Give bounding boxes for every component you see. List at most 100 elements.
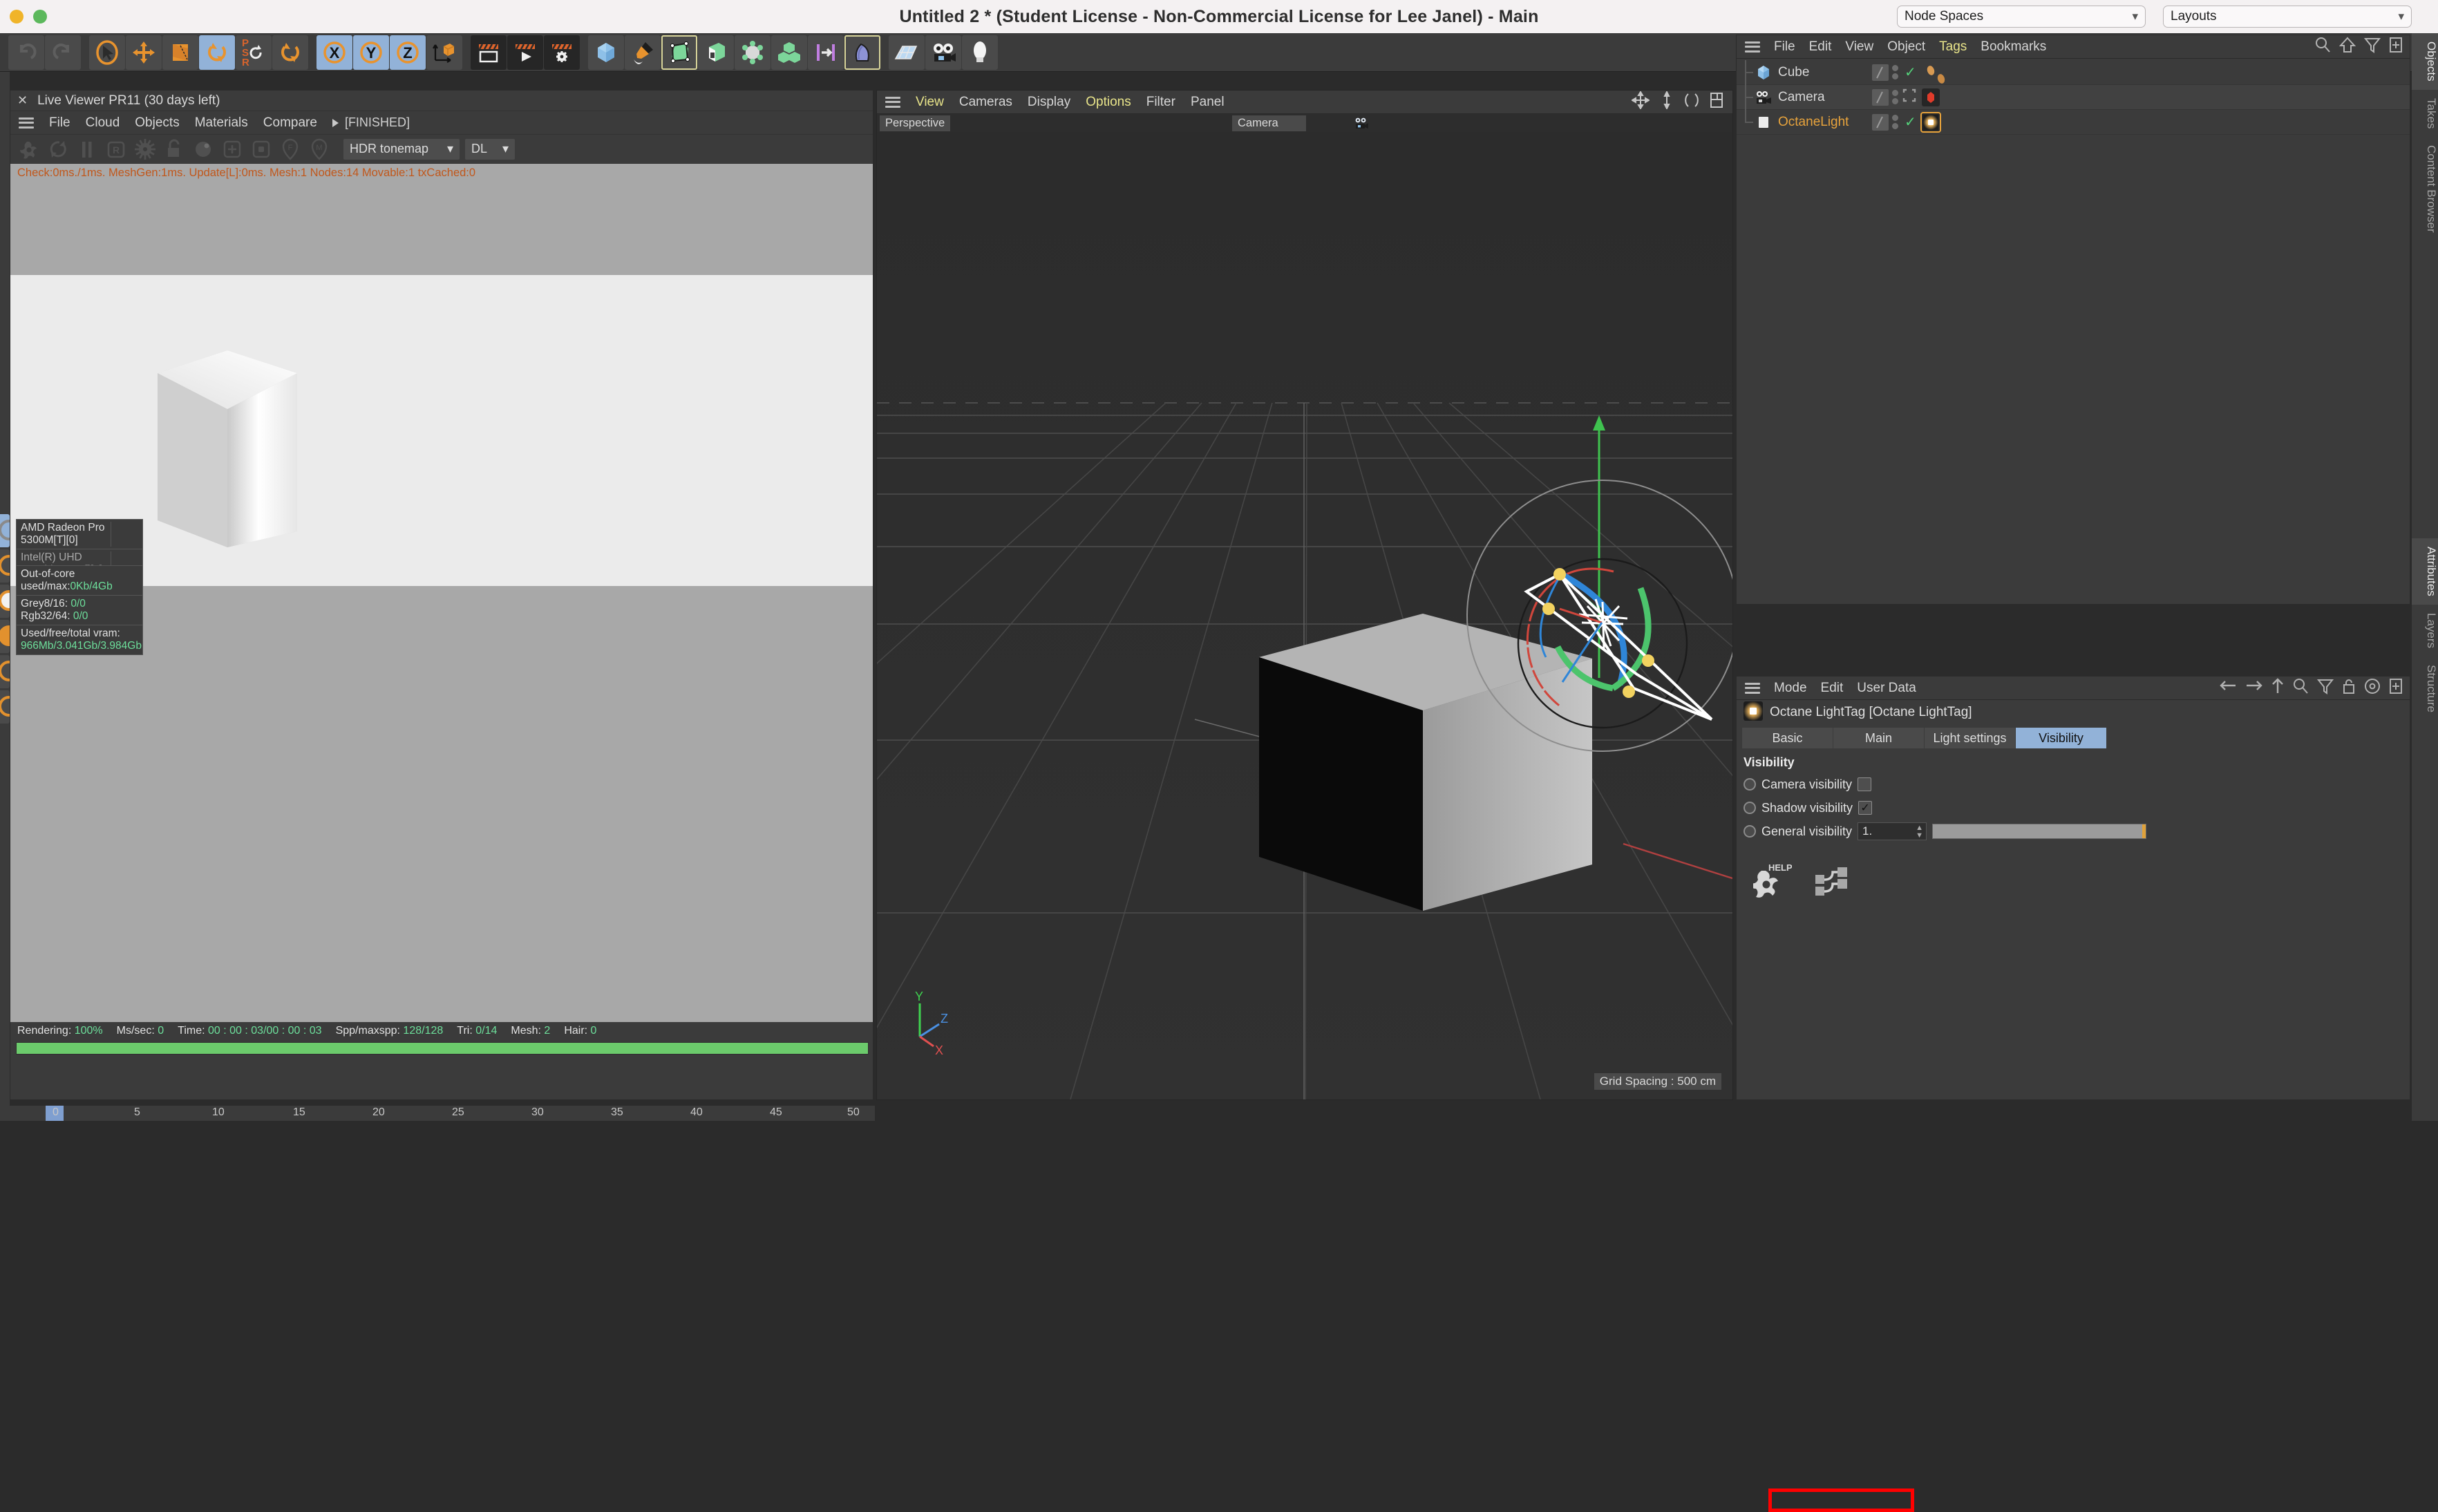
camera-visibility-checkbox[interactable] [1858,777,1872,791]
right-tab-content-browser[interactable]: Content Browser [2412,137,2438,241]
tab-main[interactable]: Main [1833,728,1925,748]
spline-pen-button[interactable] [625,35,661,70]
add-layer-icon[interactable] [2389,37,2403,57]
pause-icon[interactable] [75,138,99,161]
undo-button[interactable] [8,35,44,70]
visibility-dots[interactable] [1872,88,1917,106]
visibility-dots[interactable]: ✓ [1872,64,1916,81]
lv-menu-compare[interactable]: Compare [263,115,317,131]
pan-icon[interactable] [1631,91,1650,113]
vp-menu-panel[interactable]: Panel [1191,95,1225,110]
lock-icon[interactable] [2342,678,2356,698]
filter-icon[interactable] [2363,37,2381,57]
search-icon[interactable] [2314,37,2331,57]
left-tool-4[interactable] [0,620,10,653]
hamburger-icon[interactable] [1745,682,1760,694]
forward-arrow-icon[interactable] [2245,678,2263,698]
viewport-camera-label[interactable]: Camera [1232,115,1306,131]
row-camera-visibility[interactable]: Camera visibility [1737,773,2410,796]
left-tool-2[interactable] [0,549,10,583]
am-menu-user-data[interactable]: User Data [1857,681,1916,696]
hamburger-icon[interactable] [885,96,900,108]
redo-button[interactable] [45,35,81,70]
om-menu-edit[interactable]: Edit [1809,39,1832,55]
vp-menu-view[interactable]: View [916,95,944,110]
om-menu-bookmarks[interactable]: Bookmarks [1981,39,2046,55]
octane-help-icon[interactable]: HELP [1750,860,1793,902]
left-tool-6[interactable] [0,690,10,724]
deformer-button[interactable] [735,35,771,70]
target-icon[interactable] [2364,678,2381,698]
shadow-visibility-checkbox[interactable]: ✓ [1858,801,1873,815]
psr-button[interactable]: PSR [236,35,272,70]
lv-menu-materials[interactable]: Materials [195,115,248,131]
om-menu-object[interactable]: Object [1887,39,1925,55]
array-button[interactable] [698,35,734,70]
right-tab-attributes[interactable]: Attributes [2412,538,2438,605]
am-menu-mode[interactable]: Mode [1774,681,1807,696]
projection-label[interactable]: Perspective [880,115,951,131]
render-queue-button[interactable] [507,35,543,70]
left-tool-3[interactable] [0,585,10,618]
visibility-dots[interactable]: ✓ [1872,113,1916,131]
visibility-toggles[interactable] [1892,115,1898,129]
node-spaces-select[interactable]: Node Spaces ▾ [1897,6,2146,28]
timeline-ruler[interactable]: 0 5 10 15 20 25 30 35 40 45 50 [10,1106,875,1121]
render-view-button[interactable] [471,35,507,70]
right-tab-layers[interactable]: Layers [2412,605,2438,656]
axis-x-button[interactable]: X [316,35,352,70]
up-arrow-icon[interactable] [2271,678,2284,698]
animate-radio-icon[interactable] [1744,778,1756,791]
octane-object-tag-2-icon[interactable] [1932,68,1950,86]
add-material-icon[interactable] [220,138,244,161]
layer-slash-icon[interactable] [1872,88,1889,106]
node-editor-icon[interactable] [1813,865,1850,902]
right-tab-objects[interactable]: Objects [2412,33,2438,90]
vp-menu-options[interactable]: Options [1086,95,1131,110]
enabled-check-icon[interactable]: ✓ [1905,64,1916,81]
maximize-view-icon[interactable] [1709,91,1724,113]
visibility-toggles[interactable] [1892,65,1898,79]
rotate-button[interactable] [199,35,235,70]
table-row[interactable]: OctaneLight ✓ [1737,109,2410,135]
vp-menu-filter[interactable]: Filter [1146,95,1175,110]
general-visibility-input[interactable]: 1. ▲ ▼ [1858,822,1927,840]
snap-button[interactable] [808,35,844,70]
om-menu-tags[interactable]: Tags [1939,39,1967,55]
close-icon[interactable]: ✕ [17,93,28,108]
animate-radio-icon[interactable] [1744,802,1756,814]
octane-render-icon[interactable] [17,138,41,161]
search-icon[interactable] [2292,678,2309,698]
am-menu-edit[interactable]: Edit [1821,681,1844,696]
axis-z-button[interactable]: Z [390,35,426,70]
settings-gear-icon[interactable] [133,138,157,161]
filter-icon[interactable] [2316,678,2334,698]
layouts-select[interactable]: Layouts ▾ [2163,6,2412,28]
vp-menu-display[interactable]: Display [1028,95,1070,110]
object-picker-icon[interactable] [249,138,273,161]
field-button[interactable] [844,35,880,70]
move-button[interactable] [126,35,162,70]
world-object-axis-button[interactable] [426,35,462,70]
lv-menu-objects[interactable]: Objects [135,115,179,131]
layer-slash-icon[interactable] [1872,64,1889,81]
kernel-select[interactable]: DL ▾ [465,138,515,160]
rotate-view-icon[interactable] [1684,91,1699,113]
vp-menu-cameras[interactable]: Cameras [959,95,1012,110]
hamburger-icon[interactable] [19,117,34,129]
row-general-visibility[interactable]: General visibility 1. ▲ ▼ [1737,820,2410,843]
enabled-check-icon[interactable]: ✓ [1905,113,1916,131]
cube-primitive-button[interactable] [588,35,624,70]
select-cursor-button[interactable] [89,35,125,70]
camera-button[interactable] [925,35,961,70]
general-visibility-slider[interactable] [1932,824,2147,839]
generator-button[interactable] [661,35,697,70]
tonemap-select[interactable]: HDR tonemap ▾ [343,138,460,160]
om-menu-file[interactable]: File [1774,39,1795,55]
slider-handle[interactable] [2142,824,2146,838]
sphere-preview-icon[interactable] [191,138,215,161]
up-arrow-icon[interactable] [2338,37,2356,57]
tab-basic[interactable]: Basic [1742,728,1833,748]
right-tab-structure[interactable]: Structure [2412,656,2438,721]
hamburger-icon[interactable] [1745,41,1760,53]
